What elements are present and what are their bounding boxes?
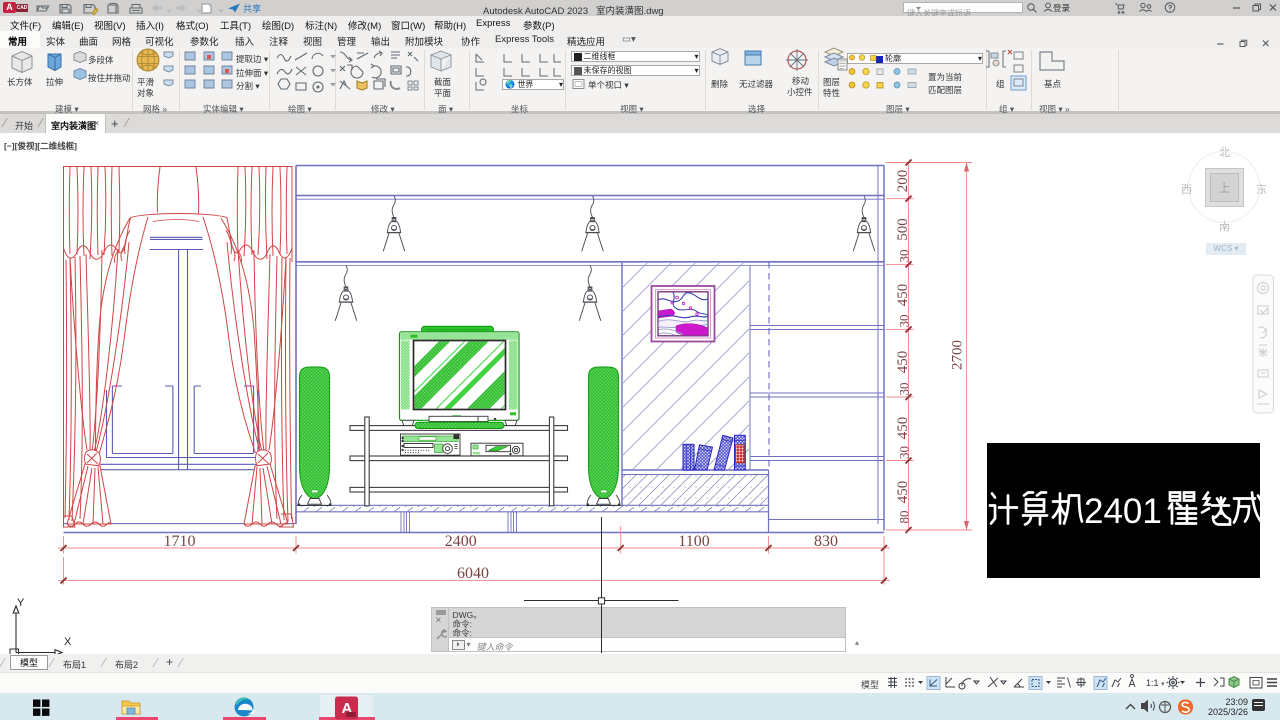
svg-text:450: 450 (895, 481, 911, 504)
svg-text:450: 450 (895, 284, 911, 307)
svg-text:2400: 2400 (445, 533, 477, 550)
svg-text:450: 450 (895, 351, 911, 374)
svg-text:80: 80 (897, 511, 912, 524)
svg-text:500: 500 (895, 218, 911, 241)
svg-text:200: 200 (895, 170, 911, 193)
svg-text:Y: Y (17, 597, 25, 609)
svg-text:2401: 2401 (1084, 492, 1162, 531)
svg-text:1710: 1710 (164, 533, 196, 550)
svg-text:450: 450 (895, 417, 911, 440)
svg-text:2700: 2700 (950, 340, 966, 370)
svg-text:830: 830 (814, 533, 838, 550)
svg-text:30: 30 (897, 250, 912, 263)
svg-text:6040: 6040 (457, 565, 489, 582)
svg-text:X: X (64, 636, 72, 648)
svg-text:30: 30 (897, 383, 912, 396)
svg-text:30: 30 (897, 446, 912, 459)
svg-text:30: 30 (897, 315, 912, 328)
svg-text:1100: 1100 (678, 533, 709, 550)
